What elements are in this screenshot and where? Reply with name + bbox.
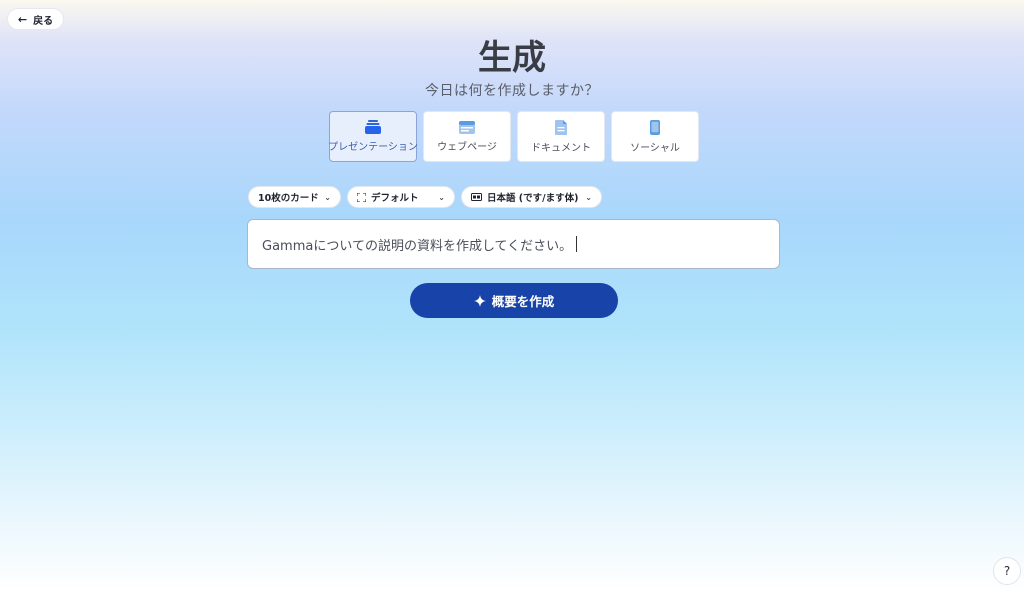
generate-label: 概要を作成 xyxy=(491,294,555,309)
type-presentation-label: プレゼンテーション xyxy=(328,142,418,153)
back-button[interactable]: ← 戻る xyxy=(7,8,64,30)
expand-icon xyxy=(357,192,366,202)
prompt-input[interactable]: Gammaについての説明の資料を作成してください。 xyxy=(247,219,780,269)
sparkle-icon xyxy=(473,294,486,307)
prompt-text: Gammaについての説明の資料を作成してください。 xyxy=(262,238,573,254)
page-title: 生成 xyxy=(478,38,546,78)
type-presentation[interactable]: プレゼンテーション xyxy=(328,111,418,162)
chevron-down-icon: ⌄ xyxy=(438,192,445,202)
type-document[interactable]: ドキュメント xyxy=(517,111,605,162)
theme-value: デフォルト xyxy=(371,193,419,204)
presentation-icon xyxy=(365,120,381,134)
type-webpage[interactable]: ウェブページ xyxy=(423,111,511,162)
content-type-selector: プレゼンテーション ウェブページ ドキュメント ソーシャル xyxy=(328,111,699,162)
arrow-left-icon: ← xyxy=(17,12,28,26)
help-button[interactable]: ? xyxy=(993,557,1021,585)
language-icon xyxy=(471,193,482,201)
type-social[interactable]: ソーシャル xyxy=(611,111,699,162)
type-webpage-label: ウェブページ xyxy=(437,141,497,153)
chevron-down-icon: ⌄ xyxy=(324,192,331,202)
type-social-label: ソーシャル xyxy=(630,142,680,154)
language-select[interactable]: 日本語 (です/ます体) ⌄ xyxy=(461,186,602,208)
text-caret xyxy=(576,236,578,252)
type-document-label: ドキュメント xyxy=(531,142,591,154)
social-icon xyxy=(650,119,660,135)
help-icon: ? xyxy=(1003,564,1011,578)
generate-outline-button[interactable]: 概要を作成 xyxy=(410,283,618,318)
chevron-down-icon: ⌄ xyxy=(585,192,592,202)
card-count-value: 10枚のカード xyxy=(258,193,319,204)
language-value: 日本語 (です/ます体) xyxy=(487,193,579,204)
webpage-icon xyxy=(459,120,475,134)
card-count-select[interactable]: 10枚のカード ⌄ xyxy=(248,186,341,208)
page-subtitle: 今日は何を作成しますか？ xyxy=(425,83,599,99)
document-icon xyxy=(555,119,567,135)
theme-select[interactable]: デフォルト ⌄ xyxy=(347,186,455,208)
back-label: 戻る xyxy=(33,15,54,27)
options-bar: 10枚のカード ⌄ デフォルト ⌄ 日本語 (です/ます体) ⌄ xyxy=(248,186,602,208)
